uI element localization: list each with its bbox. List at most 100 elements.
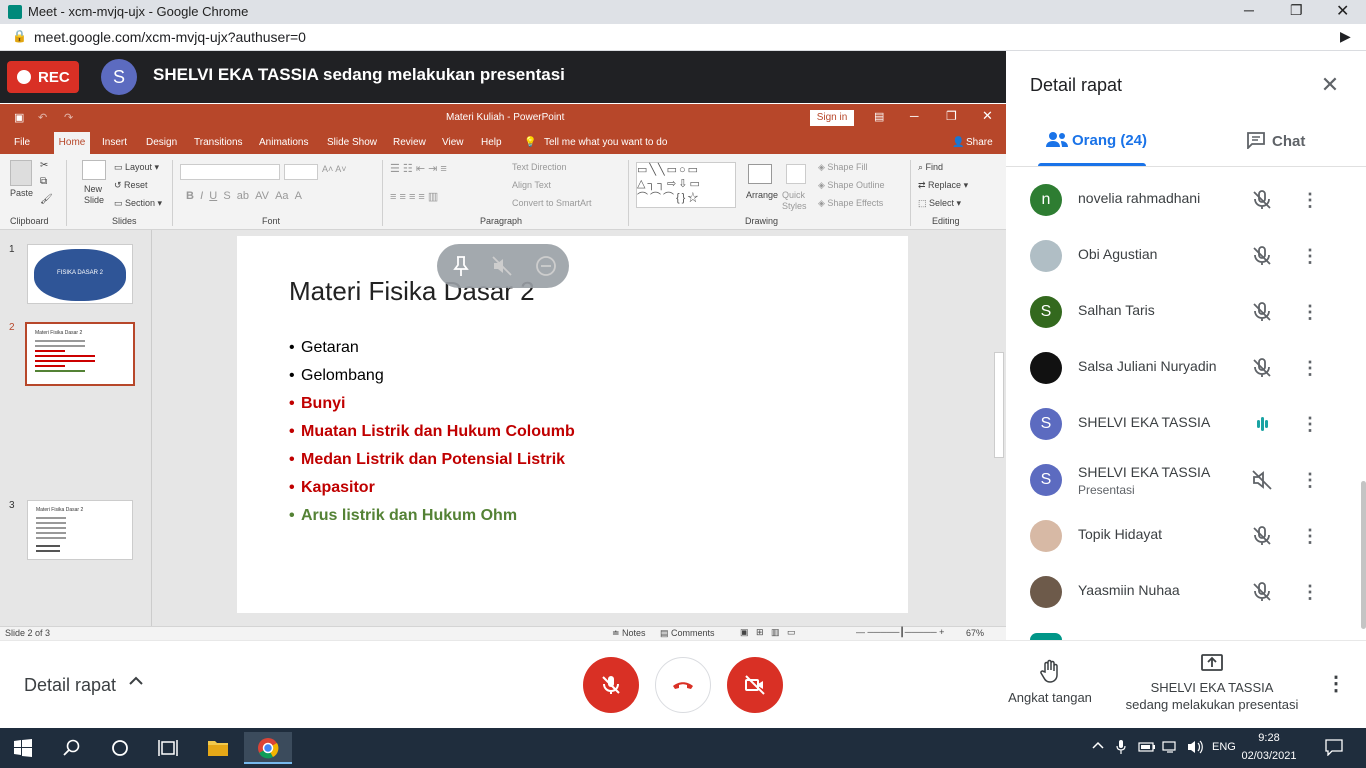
- ppt-minimize-icon[interactable]: ─: [910, 109, 919, 123]
- font-size-grow-icon[interactable]: A˄ A˅: [322, 164, 347, 174]
- panel-scrollbar[interactable]: [1361, 481, 1366, 629]
- convert-smartart-button[interactable]: Convert to SmartArt: [512, 198, 592, 208]
- tab-insert[interactable]: Insert: [102, 137, 127, 148]
- paste-button[interactable]: Paste: [10, 188, 33, 198]
- more-options-icon[interactable]: ⋮: [1300, 356, 1320, 380]
- camera-indicator-icon[interactable]: ▶: [1340, 28, 1351, 45]
- slide-bullet[interactable]: • Getaran: [289, 339, 359, 357]
- tab-review[interactable]: Review: [393, 137, 426, 148]
- font-size-select[interactable]: [284, 164, 318, 180]
- share-button[interactable]: Share: [966, 137, 993, 148]
- more-options-icon[interactable]: ⋮: [1300, 468, 1320, 492]
- remove-icon[interactable]: [535, 255, 557, 277]
- slide-thumbnail-1[interactable]: FISIKA DASAR 2: [27, 244, 133, 304]
- raise-hand-button[interactable]: Angkat tangan: [1000, 659, 1100, 705]
- arrange-button[interactable]: Arrange: [746, 190, 778, 200]
- mic-off-icon[interactable]: [1250, 356, 1274, 380]
- align-text-button[interactable]: Align Text: [512, 180, 551, 190]
- volume-icon[interactable]: [1186, 739, 1204, 758]
- tab-view[interactable]: View: [442, 137, 464, 148]
- tab-transitions[interactable]: Transitions: [194, 137, 243, 148]
- more-options-icon[interactable]: ⋮: [1300, 300, 1320, 324]
- participant-row[interactable]: S Salhan Taris ⋮: [1006, 284, 1356, 340]
- participant-row[interactable]: Obi Agustian ⋮: [1006, 228, 1356, 284]
- zoom-level[interactable]: 67%: [966, 628, 984, 638]
- arrange-icon[interactable]: [748, 164, 772, 184]
- mic-off-icon[interactable]: [1250, 580, 1274, 604]
- shape-effects-button[interactable]: ◈ Shape Effects: [818, 198, 883, 209]
- more-options-icon[interactable]: ⋮: [1300, 412, 1320, 436]
- slide-bullet[interactable]: • Kapasitor: [289, 479, 375, 497]
- sign-in-button[interactable]: Sign in: [810, 110, 854, 126]
- minimize-icon[interactable]: ─: [1244, 2, 1254, 18]
- text-direction-button[interactable]: Text Direction: [512, 162, 567, 172]
- zoom-slider[interactable]: — ─────┃───── +: [856, 627, 944, 638]
- shapes-gallery[interactable]: ▭╲╲▭○▭ △┐┐⇨⇩▭ ⌒⌒⌒{}☆: [636, 162, 736, 208]
- ribbon-display-icon[interactable]: ▤: [874, 110, 884, 123]
- quick-styles-icon[interactable]: [786, 164, 806, 184]
- input-language[interactable]: ENG: [1212, 741, 1236, 753]
- shape-outline-button[interactable]: ◈ Shape Outline: [818, 180, 884, 191]
- clock-time[interactable]: 9:28: [1244, 732, 1294, 744]
- section-button[interactable]: ▭ Section ▾: [114, 198, 162, 209]
- slide-bullet[interactable]: • Arus listrik dan Hukum Ohm: [289, 507, 517, 525]
- tab-home[interactable]: Home: [54, 132, 90, 154]
- notes-button[interactable]: ≐ Notes: [612, 628, 646, 639]
- slide-scrollbar[interactable]: [992, 230, 1006, 606]
- ppt-restore-icon[interactable]: ❐: [946, 109, 957, 123]
- mic-off-icon[interactable]: [1250, 300, 1274, 324]
- participant-row[interactable]: Salsa Juliani Nuryadin ⋮: [1006, 340, 1356, 396]
- format-painter-icon[interactable]: 🖌: [40, 194, 53, 205]
- slide-bullet[interactable]: • Medan Listrik dan Potensial Listrik: [289, 451, 565, 469]
- tab-people[interactable]: Orang (24): [1046, 131, 1147, 149]
- slide-bullet[interactable]: • Bunyi: [289, 395, 345, 413]
- camera-toggle-button[interactable]: [727, 657, 783, 713]
- mic-off-icon[interactable]: [1250, 244, 1274, 268]
- url-text[interactable]: meet.google.com/xcm-mvjq-ujx?authuser=0: [34, 29, 306, 45]
- volume-off-icon[interactable]: [1250, 468, 1274, 492]
- tab-chat[interactable]: Chat: [1246, 131, 1305, 151]
- ppt-close-icon[interactable]: ✕: [982, 108, 993, 124]
- undo-icon[interactable]: ↶: [38, 111, 47, 124]
- mute-presentation-icon[interactable]: [491, 255, 513, 277]
- close-window-icon[interactable]: ✕: [1336, 1, 1349, 21]
- more-options-icon[interactable]: ⋮: [1300, 188, 1320, 212]
- find-button[interactable]: ⌕ Find: [918, 162, 943, 173]
- speaking-indicator-icon[interactable]: [1250, 412, 1274, 436]
- new-slide-icon[interactable]: [82, 160, 106, 180]
- layout-button[interactable]: ▭ Layout ▾: [114, 162, 159, 173]
- microphone-icon[interactable]: [1116, 739, 1126, 758]
- paste-icon[interactable]: [10, 160, 32, 186]
- pin-icon[interactable]: [451, 255, 471, 277]
- presenting-status-button[interactable]: SHELVI EKA TASSIA sedang melakukan prese…: [1120, 653, 1304, 712]
- tell-me-search[interactable]: Tell me what you want to do: [544, 137, 667, 148]
- shape-fill-button[interactable]: ◈ Shape Fill: [818, 162, 867, 173]
- slide-thumbnail-2[interactable]: Materi Fisika Dasar 2: [25, 322, 135, 386]
- tab-design[interactable]: Design: [146, 137, 177, 148]
- slide-bullet[interactable]: • Muatan Listrik dan Hukum Coloumb: [289, 423, 575, 441]
- participant-row[interactable]: S SHELVI EKA TASSIA ⋮: [1006, 396, 1356, 452]
- view-buttons[interactable]: ▣ ⊞ ▥ ▭: [740, 627, 796, 638]
- tab-animations[interactable]: Animations: [259, 137, 308, 148]
- more-options-icon[interactable]: ⋮: [1326, 671, 1346, 697]
- redo-icon[interactable]: ↷: [64, 111, 73, 124]
- more-options-icon[interactable]: ⋮: [1300, 244, 1320, 268]
- chrome-taskbar-icon[interactable]: [244, 732, 292, 764]
- select-button[interactable]: ⬚ Select ▾: [918, 198, 961, 209]
- participant-row[interactable]: n novelia rahmadhani ⋮: [1006, 172, 1356, 228]
- search-icon[interactable]: [56, 732, 88, 764]
- task-view-icon[interactable]: [152, 732, 184, 764]
- address-bar[interactable]: 🔒 meet.google.com/xcm-mvjq-ujx?authuser=…: [0, 24, 1366, 51]
- participant-row[interactable]: S SHELVI EKA TASSIA Presentasi ⋮: [1006, 452, 1356, 508]
- notification-icon[interactable]: [1324, 738, 1344, 759]
- mic-off-icon[interactable]: [1250, 188, 1274, 212]
- tab-file[interactable]: File: [14, 137, 30, 148]
- slide-canvas[interactable]: Materi Fisika Dasar 2 • Getaran • Gelomban…: [237, 236, 908, 613]
- mic-off-icon[interactable]: [1250, 524, 1274, 548]
- new-slide-button[interactable]: New Slide: [84, 184, 108, 206]
- more-options-icon[interactable]: ⋮: [1300, 580, 1320, 604]
- align-buttons[interactable]: ≡ ≡ ≡ ≡ ▥: [390, 190, 438, 203]
- comments-button[interactable]: ▤ Comments: [660, 628, 715, 639]
- tab-help[interactable]: Help: [481, 137, 502, 148]
- slide-thumbnail-3[interactable]: Materi Fisika Dasar 2: [27, 500, 133, 560]
